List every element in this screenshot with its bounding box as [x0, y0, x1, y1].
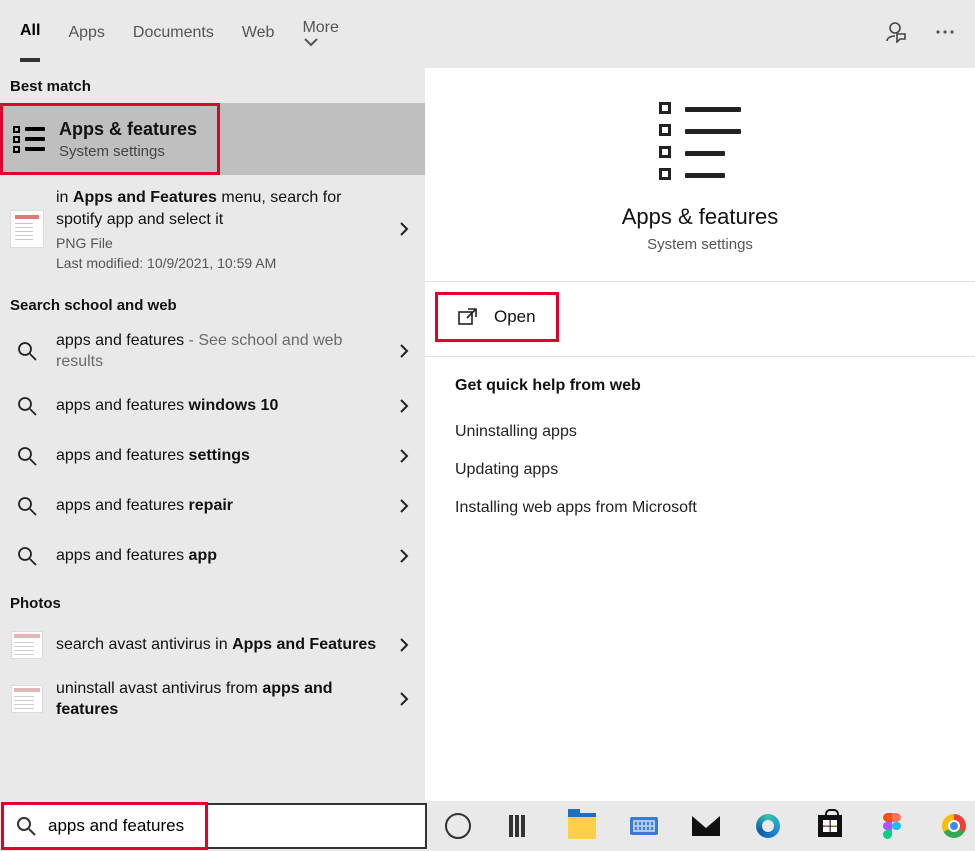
more-options-icon[interactable] [935, 29, 955, 35]
chevron-down-icon [304, 37, 318, 47]
tab-documents[interactable]: Documents [133, 4, 214, 60]
section-photos: Photos [0, 581, 425, 620]
png-thumbnail-icon [10, 212, 44, 246]
result-preview-panel: Apps & features System settings Open Get… [425, 68, 975, 801]
preview-title: Apps & features [622, 204, 779, 230]
apps-features-large-icon [659, 102, 741, 182]
chevron-right-icon [399, 637, 409, 653]
best-match-subtitle: System settings [59, 143, 197, 160]
best-match-title: Apps & features [59, 118, 197, 141]
edge-icon[interactable] [753, 811, 783, 841]
search-icon [10, 489, 44, 523]
file-explorer-icon[interactable] [567, 811, 597, 841]
photo-thumbnail-icon [10, 682, 44, 716]
file-result[interactable]: in Apps and Features menu, search for sp… [0, 175, 425, 282]
search-icon [10, 539, 44, 573]
web-result-text: apps and features - See school and web r… [56, 330, 387, 373]
tab-web[interactable]: Web [242, 4, 275, 60]
search-box[interactable] [2, 803, 427, 849]
search-icon [10, 389, 44, 423]
help-link[interactable]: Uninstalling apps [455, 413, 945, 451]
chevron-right-icon [399, 343, 409, 359]
search-icon [10, 334, 44, 368]
open-button[interactable]: Open [435, 292, 559, 342]
file-result-type: PNG File [56, 235, 387, 251]
web-result[interactable]: apps and features windows 10 [0, 381, 425, 431]
chevron-right-icon [399, 498, 409, 514]
web-result-text: apps and features windows 10 [56, 395, 387, 417]
web-result-text: apps and features app [56, 545, 387, 567]
web-result-text: apps and features repair [56, 495, 387, 517]
web-result[interactable]: apps and features - See school and web r… [0, 322, 425, 381]
task-view-icon[interactable] [505, 811, 535, 841]
chevron-right-icon [399, 691, 409, 707]
search-results-panel: Best match Apps & features System settin… [0, 64, 425, 801]
best-match-result[interactable]: Apps & features System settings [0, 103, 220, 175]
file-result-title: in Apps and Features menu, search for sp… [56, 187, 387, 230]
photo-result-text: uninstall avast antivirus from apps and … [56, 678, 387, 721]
tab-all[interactable]: All [20, 2, 40, 62]
chevron-right-icon [399, 221, 409, 237]
chevron-right-icon [399, 398, 409, 414]
apps-features-icon [13, 126, 45, 152]
cortana-icon[interactable] [443, 811, 473, 841]
figma-icon[interactable] [877, 811, 907, 841]
preview-subtitle: System settings [647, 236, 753, 253]
tab-more[interactable]: More [302, 0, 338, 65]
photo-result[interactable]: search avast antivirus in Apps and Featu… [0, 620, 425, 670]
search-icon [16, 816, 36, 836]
photo-thumbnail-icon [10, 628, 44, 662]
search-input[interactable] [46, 815, 413, 837]
help-link[interactable]: Installing web apps from Microsoft [455, 489, 945, 527]
search-icon [10, 439, 44, 473]
open-label: Open [494, 307, 536, 327]
mail-icon[interactable] [691, 811, 721, 841]
help-link[interactable]: Updating apps [455, 451, 945, 489]
web-result[interactable]: apps and features settings [0, 431, 425, 481]
feedback-icon[interactable] [883, 21, 907, 43]
chevron-right-icon [399, 548, 409, 564]
web-result[interactable]: apps and features repair [0, 481, 425, 531]
web-result[interactable]: apps and features app [0, 531, 425, 581]
photo-result-text: search avast antivirus in Apps and Featu… [56, 634, 387, 656]
tab-apps[interactable]: Apps [68, 4, 104, 60]
search-filter-tabs: All Apps Documents Web More [0, 0, 975, 64]
section-best-match: Best match [0, 64, 425, 103]
file-result-modified: Last modified: 10/9/2021, 10:59 AM [56, 255, 387, 271]
taskbar [427, 801, 975, 851]
web-result-text: apps and features settings [56, 445, 387, 467]
section-search-web: Search school and web [0, 283, 425, 322]
open-external-icon [458, 308, 478, 326]
photo-result[interactable]: uninstall avast antivirus from apps and … [0, 670, 425, 729]
chevron-right-icon [399, 448, 409, 464]
chrome-icon[interactable] [939, 811, 969, 841]
help-header: Get quick help from web [455, 377, 945, 395]
microsoft-store-icon[interactable] [815, 811, 845, 841]
on-screen-keyboard-icon[interactable] [629, 811, 659, 841]
